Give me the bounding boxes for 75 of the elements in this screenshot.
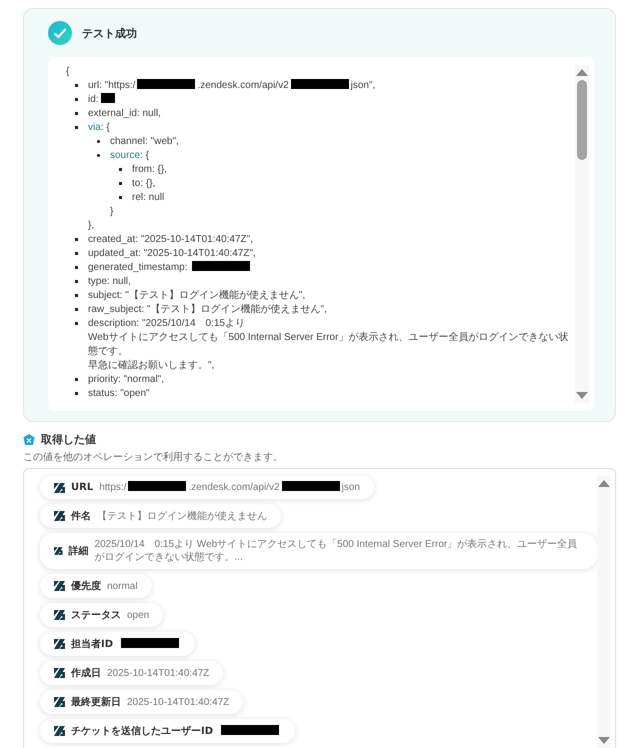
- bullet-icon: [75, 378, 78, 381]
- z-shape-icon: [54, 511, 65, 521]
- bullet-icon: [75, 238, 78, 241]
- scrollbar[interactable]: [597, 476, 611, 748]
- code-line: id:: [88, 94, 117, 105]
- redaction-bar: [128, 481, 186, 491]
- scrollbar-thumb[interactable]: [577, 80, 587, 160]
- redaction-bar: [100, 93, 115, 103]
- scroll-down-icon[interactable]: [576, 392, 588, 399]
- bullet-icon: [75, 280, 78, 283]
- z-shape-icon: [54, 668, 65, 678]
- result-title: テスト成功: [82, 26, 137, 40]
- code-line: {: [66, 66, 70, 77]
- value-chip[interactable]: チケットを送信したユーザーID: [40, 719, 296, 743]
- value-chip[interactable]: 担当者ID: [40, 632, 196, 656]
- redaction-bar: [282, 481, 340, 491]
- z-shape-icon: [54, 482, 65, 492]
- code-line: }: [110, 206, 114, 217]
- redaction-bar: [121, 638, 180, 648]
- redaction-bar: [137, 79, 196, 89]
- bullet-icon: [119, 196, 122, 199]
- value-chip[interactable]: 優先度 normal: [40, 574, 152, 598]
- value-chip[interactable]: URL https:/ .zendesk.com/api/v2 json: [40, 476, 374, 499]
- bullet-icon: [75, 98, 78, 101]
- scroll-up-icon[interactable]: [576, 69, 588, 76]
- code-line: raw_subject: "【テスト】ログイン機能が使えません",: [88, 304, 327, 315]
- code-line: source: {: [110, 150, 149, 161]
- value-chip[interactable]: 件名 【テスト】ログイン機能が使えません: [40, 504, 281, 528]
- section-description: この値を他のオペレーションで利用することができます。: [23, 450, 284, 464]
- code-line: url: "https:/ .zendesk.com/api/v2 json",: [88, 80, 376, 91]
- z-shape-icon: [54, 581, 65, 591]
- bullet-icon: [75, 112, 78, 115]
- bullet-icon: [75, 84, 78, 87]
- code-line: via: {: [88, 122, 110, 133]
- code-line: type: null,: [88, 276, 131, 287]
- bullet-icon: [75, 126, 78, 129]
- value-chip[interactable]: 詳細 2025/10/14 0:15より Webサイトにアクセスしても「500 Internal Server Error」が表示され、ユーザー全員がログインできない状態です。...: [40, 533, 597, 569]
- bullet-icon: [75, 392, 78, 395]
- bullet-icon: [97, 154, 100, 157]
- bullet-icon: [75, 252, 78, 255]
- bullet-icon: [97, 140, 100, 143]
- bullet-icon: [119, 168, 122, 171]
- value-chip[interactable]: 作成日 2025-10-14T01:40:47Z: [40, 661, 224, 685]
- code-line: external_id: null,: [88, 108, 161, 119]
- scroll-down-icon[interactable]: [598, 737, 610, 744]
- code-line: updated_at: "2025-10-14T01:40:47Z",: [88, 248, 256, 259]
- code-line: from: {},: [132, 164, 168, 175]
- z-shape-icon: [54, 726, 65, 736]
- bullet-icon: [75, 322, 78, 325]
- bullet-icon: [75, 266, 78, 269]
- code-line: to: {},: [132, 178, 156, 189]
- scrollbar[interactable]: [575, 65, 589, 403]
- z-shape-icon: [54, 546, 63, 556]
- z-shape-icon: [54, 697, 65, 707]
- bullet-icon: [75, 294, 78, 297]
- bullet-icon: [75, 308, 78, 311]
- hexagon-x-icon: [23, 434, 35, 446]
- code-line: rel: null: [132, 192, 164, 203]
- code-line: created_at: "2025-10-14T01:40:47Z",: [88, 234, 253, 245]
- z-shape-icon: [54, 610, 65, 620]
- z-shape-icon: [54, 639, 65, 649]
- code-line: },: [88, 220, 94, 231]
- code-line: subject: "【テスト】ログイン機能が使えません",: [88, 290, 306, 301]
- code-line: generated_timestamp:: [88, 262, 252, 273]
- redaction-bar: [290, 79, 349, 89]
- bullet-icon: [119, 182, 122, 185]
- value-chip[interactable]: ステータス open: [40, 603, 164, 627]
- redaction-bar: [221, 724, 280, 734]
- code-line: status: "open": [88, 388, 150, 399]
- value-chip[interactable]: 最終更新日 2025-10-14T01:40:47Z: [40, 690, 244, 714]
- section-title: 取得した値: [41, 432, 96, 447]
- scroll-up-icon[interactable]: [598, 480, 610, 487]
- code-line: priority: "normal",: [88, 374, 164, 385]
- code-line: channel: "web",: [110, 136, 179, 147]
- redaction-bar: [192, 261, 250, 271]
